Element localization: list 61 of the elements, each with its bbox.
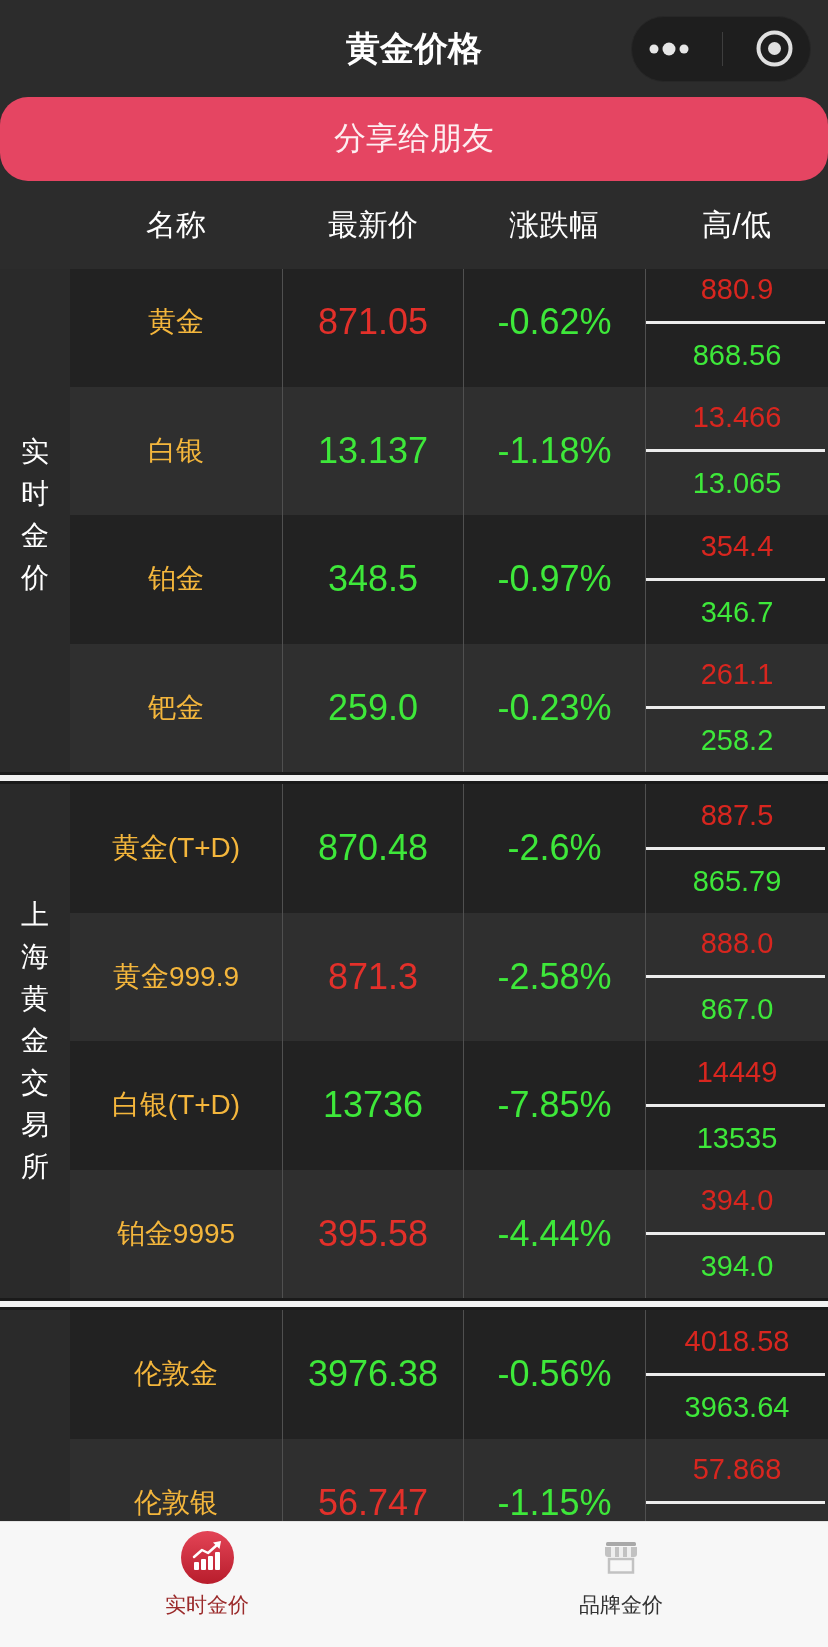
column-header: 名称: [146, 206, 206, 243]
high-price: 4018.58: [684, 1324, 790, 1358]
column-header: 最新价: [327, 206, 418, 243]
low-price: 868.56: [692, 338, 782, 372]
section-label: 上海黄金交易所: [21, 898, 49, 1184]
low-price: 3963.64: [684, 1390, 790, 1424]
product-name: 黄金999.9: [112, 959, 240, 994]
low-price: 346.7: [700, 595, 774, 629]
tab-item[interactable]: 实时金价: [0, 1522, 414, 1647]
high-price: 888.0: [700, 927, 774, 961]
low-price: 394.0: [700, 1250, 774, 1284]
section-label: 实时金价: [21, 435, 49, 595]
latest-price: 13736: [322, 1084, 424, 1127]
low-price: 867.0: [700, 993, 774, 1027]
tab-item[interactable]: 品牌金价: [414, 1522, 828, 1647]
change-percent: -2.6%: [507, 827, 602, 870]
latest-price: 870.48: [317, 827, 429, 870]
change-percent: -0.56%: [497, 1353, 612, 1396]
latest-price: 395.58: [317, 1212, 429, 1255]
latest-price: 259.0: [327, 686, 419, 729]
high-price: 14449: [696, 1055, 778, 1089]
change-percent: -2.58%: [497, 955, 612, 998]
high-price: 57.868: [692, 1453, 782, 1487]
high-price: 261.1: [700, 658, 774, 692]
latest-price: 871.05: [317, 301, 429, 344]
high-price: 887.5: [700, 798, 774, 832]
change-percent: -0.62%: [497, 301, 612, 344]
product-name: 铂金: [148, 562, 204, 597]
change-percent: -4.44%: [497, 1212, 612, 1255]
low-price: 13535: [696, 1121, 778, 1155]
change-percent: -1.18%: [497, 429, 612, 472]
product-name: 白银(T+D): [111, 1088, 241, 1123]
low-price: 13.065: [692, 467, 782, 501]
change-percent: -7.85%: [497, 1084, 612, 1127]
product-name: 钯金: [148, 690, 204, 725]
product-name: 黄金: [148, 305, 204, 340]
latest-price: 3976.38: [307, 1353, 439, 1396]
latest-price: 13.137: [317, 429, 429, 472]
high-price: 394.0: [700, 1184, 774, 1218]
product-name: 铂金9995: [116, 1216, 236, 1251]
chart-icon[interactable]: [180, 1531, 234, 1584]
latest-price: 56.747: [317, 1481, 429, 1521]
more-icon[interactable]: [648, 41, 689, 56]
product-name: 伦敦银: [134, 1485, 218, 1520]
low-price: 865.79: [692, 864, 782, 898]
product-name: 黄金(T+D): [111, 831, 241, 866]
column-header: 高/低: [702, 206, 771, 243]
product-name: 伦敦金: [134, 1357, 218, 1392]
latest-price: 871.3: [327, 955, 419, 998]
low-price: 258.2: [700, 724, 774, 758]
high-price: 354.4: [700, 529, 774, 563]
change-percent: -0.97%: [497, 558, 612, 601]
change-percent: -1.15%: [497, 1481, 612, 1521]
circle-dot-icon[interactable]: [756, 30, 794, 67]
product-name: 白银: [148, 433, 204, 468]
high-price: 13.466: [692, 401, 782, 435]
change-percent: -0.23%: [497, 686, 612, 729]
high-price: 880.9: [700, 272, 774, 306]
latest-price: 348.5: [327, 558, 419, 601]
column-header: 涨跌幅: [509, 206, 599, 243]
page-title: 黄金价格: [346, 27, 482, 69]
